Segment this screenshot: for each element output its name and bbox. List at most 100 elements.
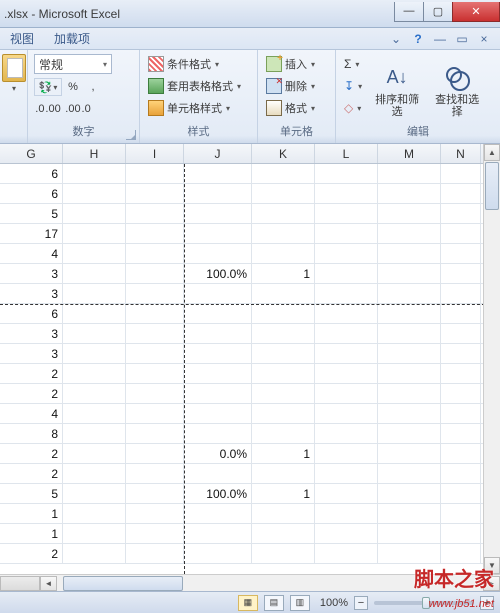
scroll-left-button[interactable]: ◄	[40, 576, 57, 591]
cell[interactable]	[441, 284, 481, 304]
cell[interactable]	[184, 184, 252, 204]
view-pagebreak-button[interactable]: ▥	[290, 595, 310, 611]
cell[interactable]	[126, 224, 184, 244]
cell[interactable]	[126, 284, 184, 304]
cell[interactable]	[126, 244, 184, 264]
cell[interactable]	[126, 424, 184, 444]
view-normal-button[interactable]: ▦	[238, 595, 258, 611]
cell[interactable]	[63, 524, 126, 544]
cell[interactable]	[315, 324, 378, 344]
cell[interactable]	[441, 224, 481, 244]
sort-filter-button[interactable]: A↓ 排序和筛选	[370, 54, 424, 123]
vertical-scrollbar[interactable]: ▲ ▼	[483, 144, 500, 574]
cell[interactable]	[63, 284, 126, 304]
cell[interactable]	[252, 164, 315, 184]
cell[interactable]	[252, 284, 315, 304]
cell[interactable]: 2	[0, 464, 63, 484]
cell[interactable]	[184, 304, 252, 324]
window-maximize-button[interactable]: ▢	[423, 2, 453, 22]
cell[interactable]	[63, 464, 126, 484]
cell[interactable]	[184, 524, 252, 544]
cell[interactable]	[126, 204, 184, 224]
cell[interactable]	[315, 384, 378, 404]
window-close-button[interactable]: ✕	[452, 2, 500, 22]
cell[interactable]	[315, 364, 378, 384]
cell[interactable]	[378, 244, 441, 264]
cell[interactable]	[378, 344, 441, 364]
fill-button[interactable]: ↧▾	[342, 76, 364, 96]
cell[interactable]	[315, 444, 378, 464]
cell[interactable]	[441, 424, 481, 444]
cell[interactable]	[441, 324, 481, 344]
cell[interactable]	[252, 464, 315, 484]
cell[interactable]: 100.0%	[184, 484, 252, 504]
cell[interactable]	[441, 164, 481, 184]
cell[interactable]	[315, 244, 378, 264]
paste-dropdown-icon[interactable]: ▾	[12, 84, 16, 93]
cell[interactable]	[378, 284, 441, 304]
cell[interactable]	[184, 164, 252, 184]
cell[interactable]	[315, 184, 378, 204]
cell[interactable]: 17	[0, 224, 63, 244]
cell[interactable]	[63, 484, 126, 504]
scroll-right-button[interactable]: ►	[483, 576, 500, 591]
cell[interactable]	[441, 264, 481, 284]
cell[interactable]	[63, 544, 126, 564]
currency-button[interactable]: 💱▾	[34, 78, 62, 96]
cell[interactable]: 1	[252, 484, 315, 504]
cell[interactable]	[252, 504, 315, 524]
cell[interactable]: 6	[0, 164, 63, 184]
cell[interactable]	[252, 204, 315, 224]
cell[interactable]	[252, 524, 315, 544]
column-header-L[interactable]: L	[315, 144, 378, 163]
cell[interactable]	[126, 344, 184, 364]
cell[interactable]	[252, 364, 315, 384]
cell[interactable]	[184, 424, 252, 444]
increase-decimal-button[interactable]: .0 .00	[34, 100, 62, 118]
cell[interactable]	[252, 304, 315, 324]
cell[interactable]	[252, 224, 315, 244]
tab-view[interactable]: 视图	[0, 27, 44, 50]
cell[interactable]	[63, 504, 126, 524]
cell[interactable]	[441, 544, 481, 564]
cell[interactable]: 6	[0, 184, 63, 204]
cell[interactable]	[184, 404, 252, 424]
cell[interactable]	[378, 264, 441, 284]
cell[interactable]	[126, 524, 184, 544]
cell[interactable]	[63, 224, 126, 244]
cell[interactable]	[315, 504, 378, 524]
cell[interactable]	[126, 184, 184, 204]
cell[interactable]: 5	[0, 484, 63, 504]
cell[interactable]	[126, 544, 184, 564]
cell[interactable]	[378, 324, 441, 344]
cell[interactable]	[441, 384, 481, 404]
dialog-launcher-icon[interactable]	[126, 130, 136, 140]
cell-styles-button[interactable]: 单元格样式▾	[146, 98, 251, 118]
column-header-N[interactable]: N	[441, 144, 481, 163]
cell[interactable]	[252, 384, 315, 404]
cell[interactable]	[378, 304, 441, 324]
cell[interactable]	[184, 224, 252, 244]
cell[interactable]	[126, 264, 184, 284]
number-format-combo[interactable]: 常规 ▾	[34, 54, 112, 74]
cell[interactable]: 6	[0, 304, 63, 324]
cell[interactable]	[378, 224, 441, 244]
cell[interactable]	[252, 344, 315, 364]
format-button[interactable]: 格式▾	[264, 98, 329, 118]
cell[interactable]	[63, 344, 126, 364]
cell[interactable]	[315, 224, 378, 244]
cell[interactable]	[252, 184, 315, 204]
help-icon[interactable]: ?	[410, 31, 426, 47]
cell[interactable]	[315, 424, 378, 444]
cell[interactable]	[126, 504, 184, 524]
cell[interactable]	[126, 404, 184, 424]
cell[interactable]	[184, 344, 252, 364]
cell[interactable]	[378, 524, 441, 544]
horizontal-scrollbar[interactable]: ◄ ►	[0, 574, 500, 591]
window-minimize-button[interactable]: —	[394, 2, 424, 22]
cell[interactable]	[441, 304, 481, 324]
cell[interactable]	[126, 164, 184, 184]
cell[interactable]	[252, 324, 315, 344]
cell[interactable]	[315, 204, 378, 224]
cell[interactable]	[315, 164, 378, 184]
